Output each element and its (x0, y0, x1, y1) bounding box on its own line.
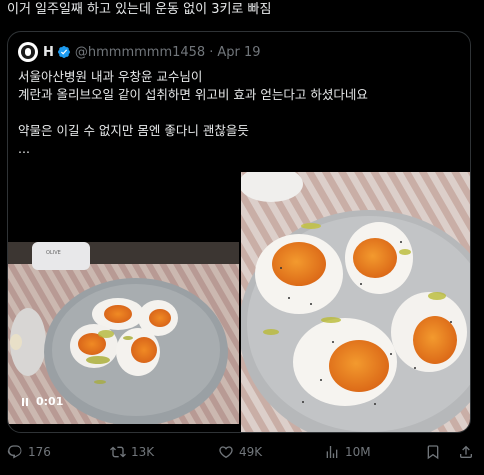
share-icon (460, 445, 472, 458)
post-text: 이거 일주일째 하고 있는데 운동 없이 3키로 빠짐 (7, 2, 272, 17)
repost-icon (110, 446, 126, 458)
repost-count: 13K (131, 445, 155, 459)
post-actions: 176 13K 49K 10M (7, 444, 477, 464)
reply-icon (7, 445, 22, 459)
repost-button[interactable]: 13K (110, 444, 154, 460)
avatar[interactable] (18, 42, 38, 62)
separator-dot: · (209, 44, 214, 60)
video-media[interactable]: OLIVE 0:01 (8, 242, 239, 424)
views-count: 10M (345, 445, 371, 459)
reply-button[interactable]: 176 (7, 444, 51, 460)
views-button[interactable]: 10M (324, 444, 371, 460)
quoted-author-handle[interactable]: @hmmmmmm1458 (75, 45, 205, 60)
quoted-post-text: 서울아산병원 내과 우창윤 교수님이 계란과 올리브오일 같이 섭취하면 위고비… (18, 69, 368, 156)
quoted-post-header: H @hmmmmmm1458 · Apr 19 (18, 42, 261, 62)
pause-icon[interactable] (22, 397, 28, 406)
bookmark-icon (427, 445, 439, 460)
like-button[interactable]: 49K (218, 444, 262, 460)
egg-photo-image (241, 172, 470, 432)
quoted-post[interactable]: H @hmmmmmm1458 · Apr 19 서울아산병원 내과 우창윤 교수… (7, 31, 471, 433)
reply-count: 176 (28, 445, 51, 459)
video-controls[interactable]: 0:01 (22, 395, 63, 408)
photo-media[interactable] (241, 172, 470, 432)
bookmark-button[interactable] (425, 444, 441, 460)
quoted-author-name[interactable]: H (43, 45, 54, 60)
quoted-post-date[interactable]: Apr 19 (217, 45, 260, 60)
share-button[interactable] (458, 444, 474, 460)
heart-icon (219, 446, 233, 459)
svg-text:OLIVE: OLIVE (46, 250, 61, 256)
verified-badge-icon (57, 46, 70, 58)
like-count: 49K (239, 445, 263, 459)
video-timestamp: 0:01 (36, 395, 64, 408)
analytics-icon (326, 446, 338, 458)
